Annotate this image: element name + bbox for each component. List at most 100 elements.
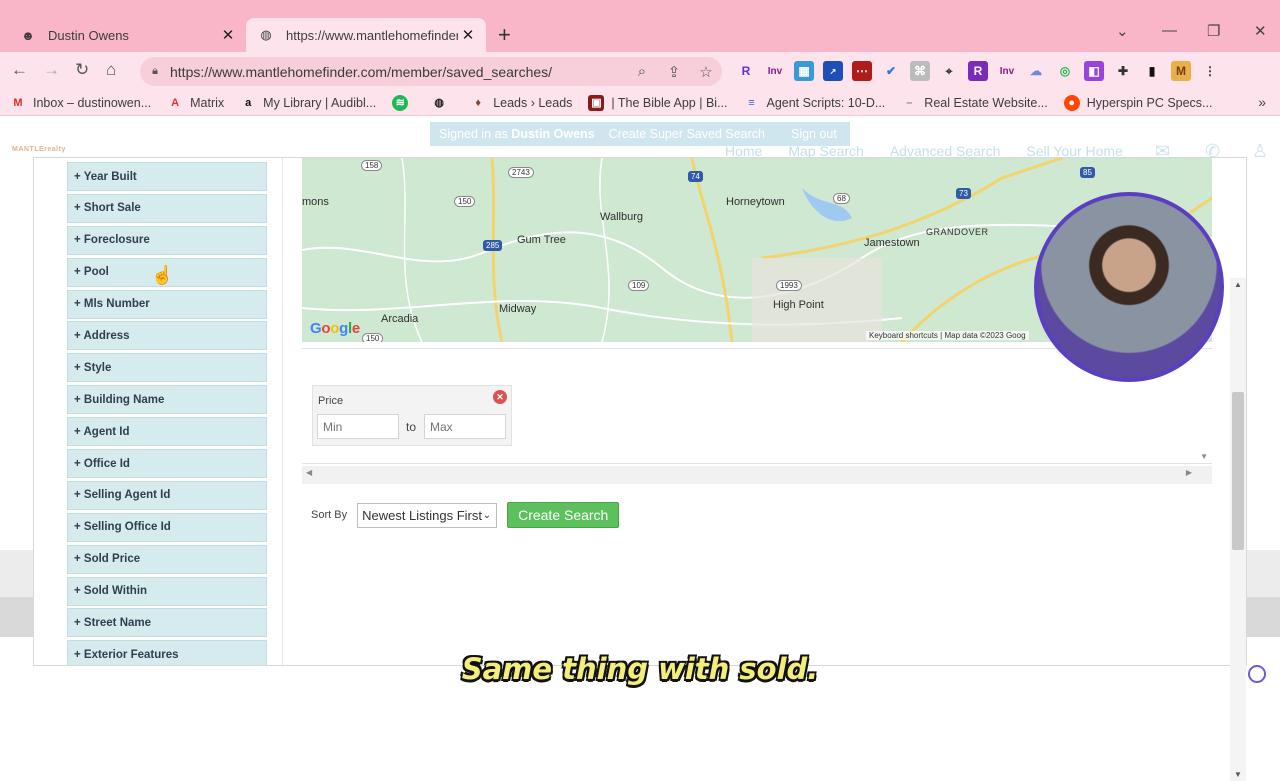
remove-filter-icon[interactable]: ✕ bbox=[493, 390, 507, 404]
scripts-icon: ≡ bbox=[748, 96, 755, 109]
crosshair-extension-icon[interactable]: ⌖ bbox=[939, 61, 959, 81]
r-purple-extension-icon[interactable]: R bbox=[968, 61, 988, 81]
filter-street-name[interactable]: + Street Name bbox=[67, 608, 267, 638]
price-to-label: to bbox=[406, 420, 417, 434]
url-text[interactable]: https://www.mantlehomefinder.com/member/… bbox=[170, 64, 626, 80]
create-search-button[interactable]: Create Search bbox=[507, 502, 620, 528]
filter-mls-number[interactable]: + Mls Number bbox=[67, 289, 267, 319]
horizontal-scrollbar[interactable]: ◀ ▶ bbox=[302, 466, 1212, 484]
bookmark-globe[interactable]: ◍ bbox=[431, 95, 454, 111]
bookmark-hyperspin[interactable]: ● Hyperspin PC Specs... bbox=[1063, 94, 1212, 111]
home-icon[interactable]: ⌂ bbox=[106, 60, 116, 80]
bookmark-matrix[interactable]: A Matrix bbox=[167, 95, 224, 111]
gray-extension-icon[interactable]: ⌘ bbox=[910, 61, 930, 81]
sort-select[interactable]: Newest Listings First ⌄ bbox=[357, 502, 498, 528]
filter-building-name[interactable]: + Building Name bbox=[67, 385, 267, 415]
tab-mantlehomefinder[interactable]: ◍ https://www.mantlehomefinder.c ✕ bbox=[246, 18, 486, 52]
zoom-search-icon[interactable]: ⌕ bbox=[626, 63, 658, 80]
close-window-icon[interactable]: ✕ bbox=[1254, 22, 1267, 40]
webcam-overlay bbox=[1034, 192, 1224, 382]
price-min-input[interactable] bbox=[317, 414, 399, 439]
tab-dustin-owens[interactable]: ☻ Dustin Owens ✕ bbox=[10, 18, 246, 52]
bookmark-real-estate[interactable]: – Real Estate Website... bbox=[901, 95, 1048, 111]
map-place-label: Gum Tree bbox=[517, 234, 566, 246]
sort-selected-value: Newest Listings First bbox=[362, 507, 482, 523]
inv-extension-icon[interactable]: Inv bbox=[765, 61, 785, 81]
forward-icon[interactable]: → bbox=[43, 60, 60, 80]
sign-out-link[interactable]: Sign out bbox=[791, 127, 837, 141]
filter-year-built[interactable]: + Year Built bbox=[67, 162, 267, 191]
profile-avatar[interactable]: M bbox=[1171, 61, 1191, 81]
filter-selling-agent-id[interactable]: + Selling Agent Id bbox=[67, 480, 267, 510]
panel-scroll-down-icon[interactable]: ▼ bbox=[1200, 452, 1208, 461]
back-icon[interactable]: ← bbox=[11, 60, 28, 80]
bookmark-spotify[interactable]: ≋ bbox=[392, 94, 415, 111]
check-extension-icon[interactable]: ✔ bbox=[881, 61, 901, 81]
share-icon[interactable]: ⇪ bbox=[658, 63, 690, 81]
bookmark-inbox[interactable]: M Inbox – dustinowen... bbox=[10, 95, 151, 111]
site-logo[interactable]: MANTLErealty bbox=[12, 146, 66, 153]
menu-kebab-icon[interactable]: ⋮ bbox=[1200, 61, 1220, 81]
create-super-saved-search-link[interactable]: Create Super Saved Search bbox=[609, 127, 765, 141]
reddit-icon: ● bbox=[1063, 94, 1080, 111]
filter-foreclosure[interactable]: + Foreclosure bbox=[67, 225, 267, 255]
scroll-right-icon[interactable]: ▶ bbox=[1186, 468, 1192, 477]
r-extension-icon[interactable]: R bbox=[736, 61, 756, 81]
price-max-input[interactable] bbox=[424, 414, 506, 439]
inv2-extension-icon[interactable]: Inv bbox=[997, 61, 1017, 81]
bookmark-agent-scripts[interactable]: ≡ Agent Scripts: 10-D... bbox=[743, 95, 885, 111]
sidepanel-icon[interactable]: ▮ bbox=[1142, 61, 1162, 81]
bookmark-label: Matrix bbox=[190, 95, 225, 110]
filter-agent-id[interactable]: + Agent Id bbox=[67, 417, 267, 447]
address-bar[interactable]: 🔒︎ https://www.mantlehomefinder.com/memb… bbox=[140, 57, 722, 86]
purple-square-extension-icon[interactable]: ◧ bbox=[1084, 61, 1104, 81]
close-tab-icon[interactable]: ✕ bbox=[218, 26, 238, 44]
filter-style[interactable]: + Style bbox=[67, 353, 267, 383]
bookmark-star-icon[interactable]: ☆ bbox=[690, 63, 722, 81]
tab-search-icon[interactable]: ⌄ bbox=[1116, 22, 1129, 40]
amazon-icon: a bbox=[245, 96, 252, 109]
filter-sold-within[interactable]: + Sold Within bbox=[67, 576, 267, 606]
close-tab-icon[interactable]: ✕ bbox=[458, 26, 478, 44]
grammarly-extension-icon[interactable]: ◎ bbox=[1055, 61, 1075, 81]
filter-selling-office-id[interactable]: + Selling Office Id bbox=[67, 512, 267, 542]
interstate-shield: 285 bbox=[483, 240, 503, 251]
lock-icon[interactable]: 🔒︎ bbox=[140, 65, 170, 78]
reload-icon[interactable]: ↻ bbox=[75, 60, 89, 80]
bookmark-label: Inbox – dustinowen... bbox=[33, 95, 152, 110]
more-bookmarks-icon[interactable]: » bbox=[1258, 94, 1266, 110]
keyboard-shortcuts-link[interactable]: Keyboard shortcuts bbox=[869, 331, 938, 340]
filter-address[interactable]: + Address bbox=[67, 321, 267, 351]
filter-office-id[interactable]: + Office Id bbox=[67, 449, 267, 479]
user-icon[interactable]: ♙ bbox=[1252, 141, 1268, 162]
browser-toolbar: ← → ↻ ⌂ 🔒︎ https://www.mantlehomefinder.… bbox=[0, 52, 1280, 90]
cloud-extension-icon[interactable]: ☁ bbox=[1026, 61, 1046, 81]
new-tab-button[interactable]: + bbox=[498, 22, 511, 48]
map-place-label: Jamestown bbox=[864, 237, 920, 249]
chevron-down-icon: ⌄ bbox=[482, 509, 492, 521]
tab-title: Dustin Owens bbox=[48, 27, 129, 43]
map-place-label: mons bbox=[302, 196, 329, 208]
calendar-extension-icon[interactable]: ▦ bbox=[794, 61, 814, 81]
bookmark-leads[interactable]: ♦ Leads › Leads bbox=[470, 95, 572, 111]
map-data-attribution[interactable]: Map data ©2023 Goog bbox=[944, 331, 1025, 340]
interstate-shield: 74 bbox=[688, 171, 703, 182]
bookmark-label: My Library | Audibl... bbox=[263, 95, 377, 110]
page-vertical-scrollbar[interactable]: ▲ ▼ bbox=[1230, 278, 1246, 781]
scroll-left-icon[interactable]: ◀ bbox=[306, 468, 312, 477]
minimize-icon[interactable]: — bbox=[1162, 22, 1177, 39]
filter-sold-price[interactable]: + Sold Price bbox=[67, 544, 267, 574]
redir-extension-icon[interactable]: ↗ bbox=[823, 61, 843, 81]
dots-extension-icon[interactable]: ⋯ bbox=[852, 61, 872, 81]
scroll-down-icon[interactable]: ▼ bbox=[1234, 770, 1242, 779]
bookmark-audible[interactable]: a My Library | Audibl... bbox=[240, 95, 376, 111]
signin-text: Signed in as Dustin Owens bbox=[439, 127, 595, 141]
scroll-up-icon[interactable]: ▲ bbox=[1234, 280, 1242, 289]
route-shield: 158 bbox=[361, 160, 383, 171]
restore-icon[interactable]: ❐ bbox=[1207, 22, 1220, 40]
price-label: Price bbox=[318, 395, 344, 407]
scrollbar-thumb[interactable] bbox=[1232, 392, 1244, 550]
bookmark-bible-app[interactable]: ▣ | The Bible App | Bi... bbox=[588, 94, 727, 111]
puzzle-extensions-icon[interactable]: ✚ bbox=[1113, 61, 1133, 81]
filter-short-sale[interactable]: + Short Sale bbox=[67, 193, 267, 223]
